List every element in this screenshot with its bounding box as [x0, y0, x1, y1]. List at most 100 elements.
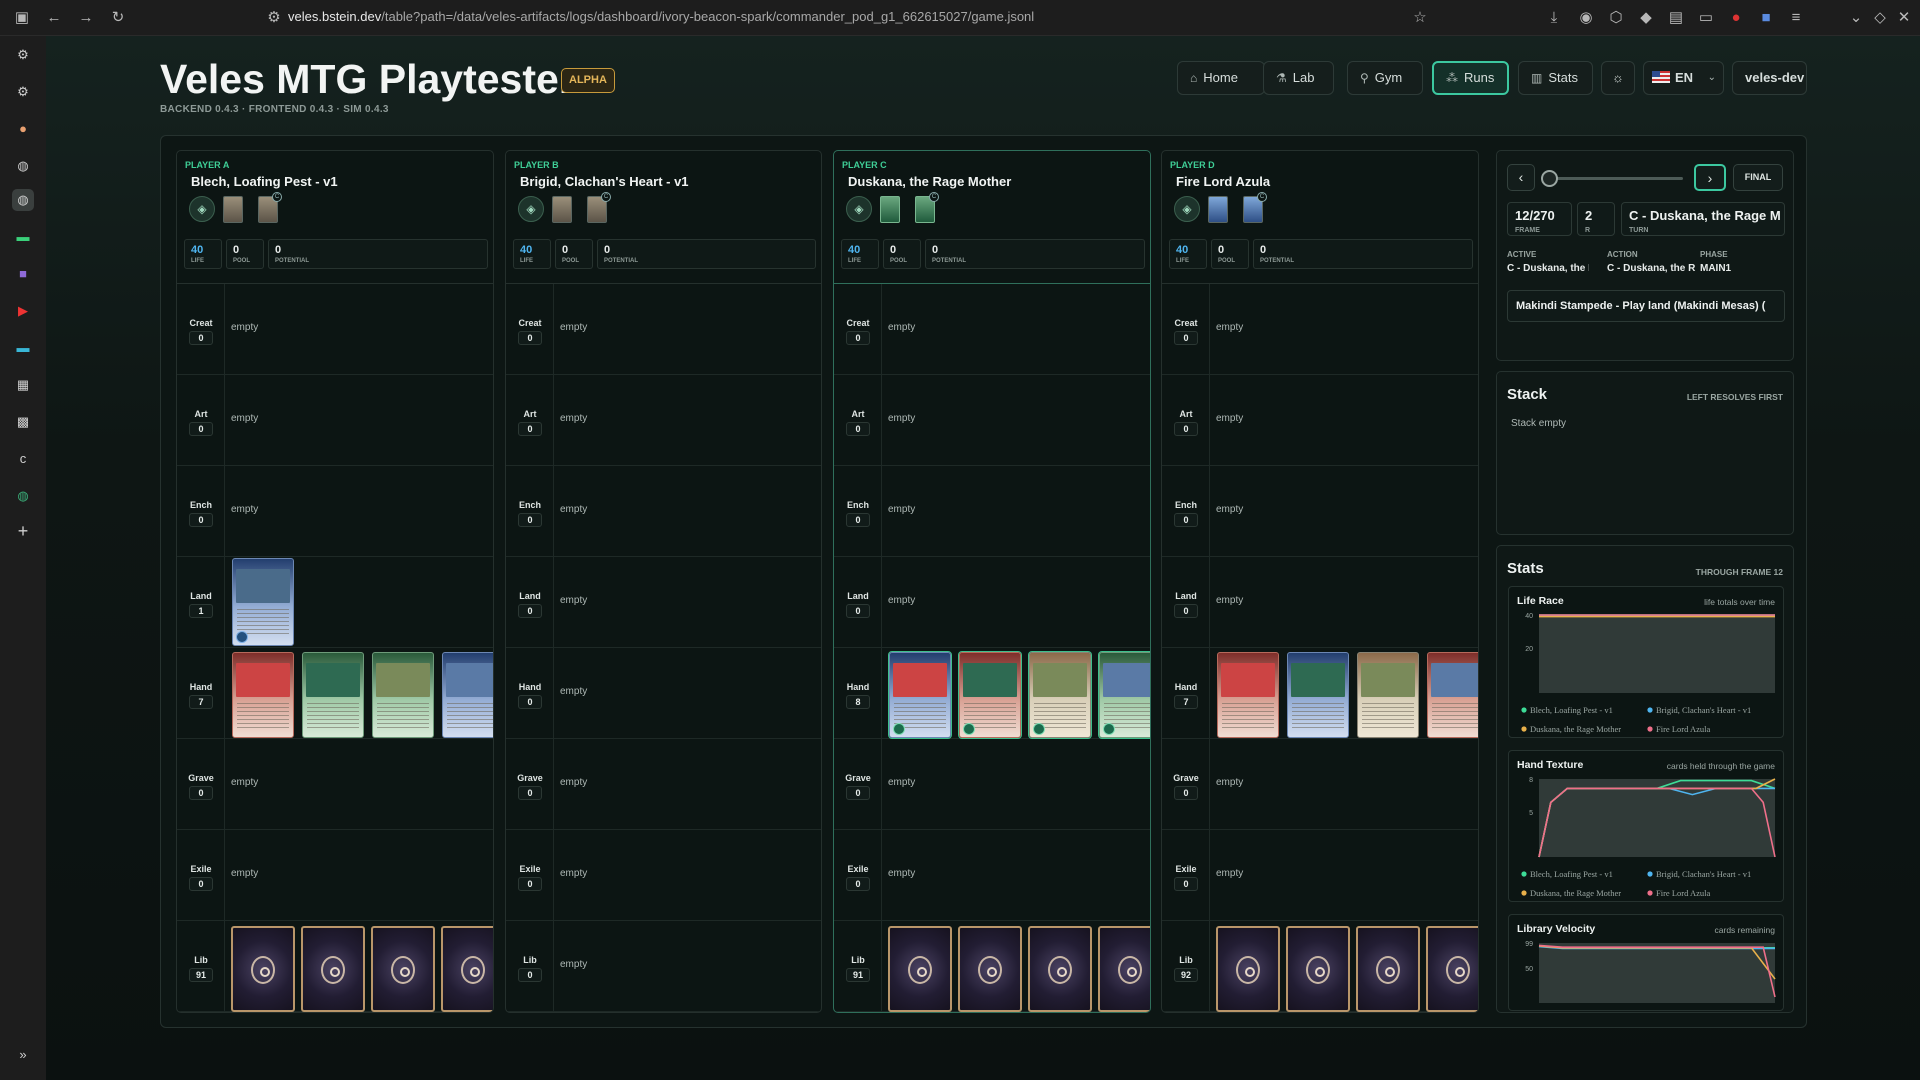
commander-card[interactable] [1208, 196, 1228, 223]
extensions-icon[interactable]: ⬡ [1606, 8, 1626, 28]
land-card[interactable] [232, 558, 294, 646]
nav-lab-button[interactable]: ⚗ Lab [1263, 61, 1334, 95]
bookmark-star-icon[interactable]: ☆ [1410, 8, 1430, 28]
stats-panel: Stats THROUGH FRAME 12 Life Race life to… [1496, 545, 1794, 1013]
hand-card[interactable] [1099, 652, 1150, 738]
back-icon[interactable]: ← [44, 8, 64, 28]
y-tick-label: 5 [1529, 810, 1533, 817]
hand-card[interactable] [1029, 652, 1091, 738]
hand-card[interactable] [959, 652, 1021, 738]
nav-home-button[interactable]: ⌂ Home [1177, 61, 1265, 95]
globe-icon[interactable]: ◍ [12, 155, 34, 177]
commander-badge-icon[interactable]: ◈ [846, 196, 872, 222]
library-card-back[interactable] [441, 926, 493, 1012]
next-frame-button[interactable]: › [1694, 164, 1726, 191]
hand-card[interactable] [1357, 652, 1419, 738]
language-select[interactable]: EN ⌄ [1643, 61, 1724, 95]
globe-icon[interactable]: ◍ [12, 485, 34, 507]
card-back-emblem-icon [1376, 956, 1400, 984]
downloads-icon[interactable]: ⤓ [1544, 8, 1564, 28]
zone-lib: Lib 91 [834, 921, 1150, 1012]
y-tick-label: 40 [1525, 613, 1533, 620]
layout-icon[interactable]: ▩ [12, 411, 34, 433]
hand-card[interactable] [1217, 652, 1279, 738]
hand-card[interactable] [372, 652, 434, 738]
restore-icon[interactable]: ◇ [1870, 8, 1890, 28]
hand-card[interactable] [889, 652, 951, 738]
library-card-back[interactable] [1426, 926, 1478, 1012]
sidebar-app-icon[interactable]: ■ [12, 263, 34, 285]
library-card-back[interactable] [1098, 926, 1150, 1012]
zone-label: Art 0 [1162, 375, 1210, 466]
add-panel-icon[interactable]: + [12, 520, 34, 542]
theme-toggle-button[interactable]: ☼ [1601, 61, 1635, 95]
sidebar-app-icon[interactable]: ▬ [12, 226, 34, 248]
url-text[interactable]: veles.bstein.dev/table?path=/data/veles-… [288, 9, 1034, 24]
user-button[interactable]: veles-dev [1732, 61, 1807, 95]
hand-card[interactable] [232, 652, 294, 738]
forward-icon[interactable]: → [76, 8, 96, 28]
sidebar-toggle-icon[interactable]: ▣ [12, 8, 32, 28]
frame-slider-handle[interactable] [1541, 170, 1559, 187]
hand-card[interactable] [442, 652, 493, 738]
shield-extension-icon[interactable]: ■ [1756, 8, 1776, 28]
sidebar-app-icon[interactable]: c [12, 448, 34, 470]
commander-card[interactable] [223, 196, 243, 223]
close-window-icon[interactable]: ✕ [1894, 8, 1914, 28]
library-card-back[interactable] [231, 926, 295, 1012]
container-icon[interactable]: ▤ [1666, 8, 1686, 28]
nav-stats-button[interactable]: ▥ Stats [1518, 61, 1593, 95]
library-card-back[interactable] [958, 926, 1022, 1012]
extension-icon[interactable]: ◆ [1636, 8, 1656, 28]
library-card-back[interactable] [888, 926, 952, 1012]
zone-count: 1 [189, 604, 213, 618]
hand-card[interactable] [1427, 652, 1478, 738]
globe-icon[interactable]: ◍ [12, 189, 34, 211]
zone-exile: Exile 0 empty [1162, 830, 1478, 921]
library-card-back[interactable] [1028, 926, 1092, 1012]
account-icon[interactable]: ◉ [1576, 8, 1596, 28]
menu-icon[interactable]: ≡ [1786, 8, 1806, 28]
zone-label: Ench 0 [177, 466, 225, 557]
hand-card[interactable] [302, 652, 364, 738]
nav-runs-button[interactable]: ⁂ Runs [1432, 61, 1509, 95]
turn-indicator: C - Duskana, the Rage M TURN [1621, 202, 1785, 236]
commander-badge-icon[interactable]: ◈ [518, 196, 544, 222]
final-frame-button[interactable]: FINAL [1733, 164, 1783, 191]
apps-grid-icon[interactable]: ▦ [12, 374, 34, 396]
commander-card[interactable] [552, 196, 572, 223]
reload-icon[interactable]: ↻ [108, 8, 128, 28]
library-card-back[interactable] [1216, 926, 1280, 1012]
ublock-icon[interactable]: ● [1726, 8, 1746, 28]
zone-label: Grave 0 [177, 739, 225, 830]
library-card-back[interactable] [371, 926, 435, 1012]
event-log-entry[interactable]: Makindi Stampede - Play land (Makindi Me… [1507, 290, 1785, 322]
commander-badge-icon[interactable]: ◈ [189, 196, 215, 222]
sidebar-app-icon[interactable]: ⚙ [12, 44, 34, 66]
minimize-icon[interactable]: ⌄ [1846, 8, 1866, 28]
nav-gym-button[interactable]: ⚲ Gym [1347, 61, 1423, 95]
sidebar-app-icon[interactable]: ⚙ [12, 81, 34, 103]
empty-text: empty [231, 322, 259, 333]
sidebar-app-icon[interactable]: ● [12, 118, 34, 140]
previous-frame-button[interactable]: ‹ [1507, 164, 1535, 191]
potential-stat: 0 POTENTIAL [597, 239, 816, 269]
empty-text: empty [888, 595, 916, 606]
zone-label: Art 0 [506, 375, 554, 466]
library-card-back[interactable] [301, 926, 365, 1012]
frame-slider-track[interactable] [1541, 170, 1683, 187]
library-card-back[interactable] [1286, 926, 1350, 1012]
legend-label: Blech, Loafing Pest - v1 [1530, 705, 1613, 715]
commander-badge-icon[interactable]: ◈ [1174, 196, 1200, 222]
zone-grave: Grave 0 empty [1162, 739, 1478, 830]
site-info-icon[interactable]: ⚙ [264, 8, 284, 28]
expand-sidebar-icon[interactable]: » [12, 1044, 34, 1066]
video-icon[interactable]: ▶ [12, 300, 34, 322]
hand-card[interactable] [1287, 652, 1349, 738]
reader-icon[interactable]: ▭ [1696, 8, 1716, 28]
zone-lib: Lib 92 [1162, 921, 1478, 1012]
library-card-back[interactable] [1356, 926, 1420, 1012]
commander-card[interactable] [880, 196, 900, 223]
zone-art: Art 0 empty [1162, 375, 1478, 466]
sidebar-app-icon[interactable]: ▬ [12, 337, 34, 359]
